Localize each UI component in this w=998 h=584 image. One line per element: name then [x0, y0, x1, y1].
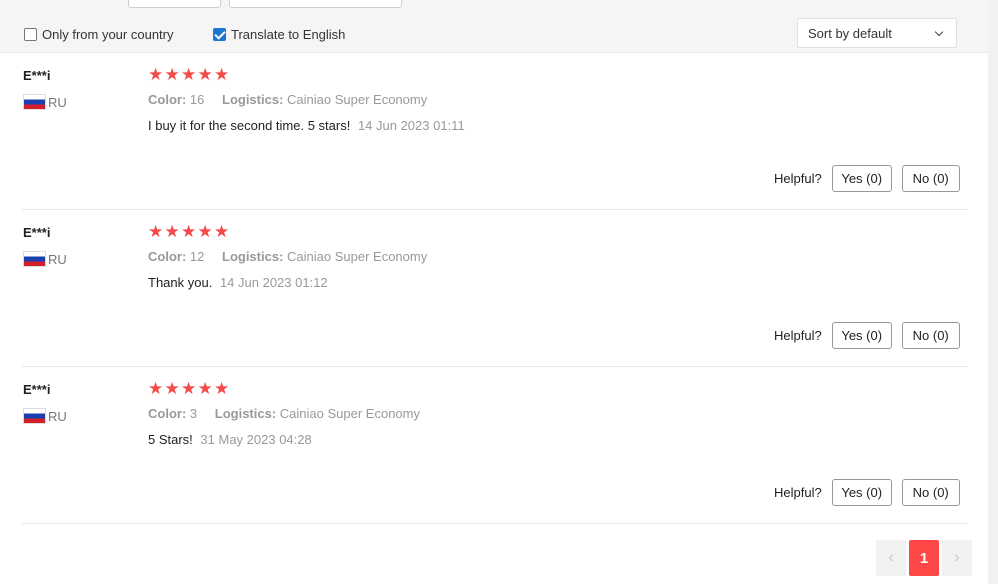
review-item: E***i RU ★ ★ ★ ★ ★ Color: 3 Logistics: C… — [22, 380, 967, 524]
russia-flag-icon — [23, 94, 46, 110]
helpful-label: Helpful? — [774, 328, 822, 343]
translate-label: Translate to English — [231, 26, 346, 42]
star-icon: ★ — [148, 222, 164, 241]
review-date: 14 Jun 2023 01:11 — [357, 118, 465, 133]
star-icon: ★ — [148, 65, 164, 84]
russia-flag-icon — [23, 251, 46, 267]
translate-checkbox[interactable]: Translate to English — [213, 26, 346, 42]
reviewer-country: RU — [23, 94, 67, 110]
scrollbar[interactable] — [988, 0, 998, 584]
star-icon: ★ — [181, 222, 197, 241]
star-rating: ★ ★ ★ ★ ★ — [148, 66, 230, 83]
truncated-filter-button[interactable] — [128, 0, 221, 8]
review-text: Thank you. — [148, 275, 213, 290]
star-icon: ★ — [197, 222, 213, 241]
star-icon: ★ — [214, 379, 230, 398]
filter-bar: Only from your country Translate to Engl… — [0, 12, 988, 53]
logistics-label: Logistics: — [222, 249, 284, 264]
truncated-filter-button[interactable] — [229, 0, 402, 8]
review-text: 5 Stars! — [148, 432, 193, 447]
reviewer-name: E***i — [23, 225, 51, 240]
star-icon: ★ — [214, 65, 230, 84]
review-date: 14 Jun 2023 01:12 — [219, 275, 328, 290]
helpful-section: Helpful? Yes (0) No (0) — [774, 165, 960, 192]
color-value: 3 — [189, 406, 198, 421]
color-value: 16 — [189, 92, 205, 107]
country-code: RU — [48, 94, 67, 110]
color-value: 12 — [189, 249, 205, 264]
star-icon: ★ — [181, 379, 197, 398]
star-icon: ★ — [181, 65, 197, 84]
review-item: E***i RU ★ ★ ★ ★ ★ Color: 16 Logistics: … — [22, 66, 967, 210]
helpful-section: Helpful? Yes (0) No (0) — [774, 479, 960, 506]
only-country-checkbox[interactable]: Only from your country — [24, 26, 174, 42]
review-date: 31 May 2023 04:28 — [200, 432, 312, 447]
review-text-line: 5 Stars! 31 May 2023 04:28 — [148, 432, 312, 447]
color-label: Color: — [148, 92, 187, 107]
star-icon: ★ — [214, 222, 230, 241]
star-icon: ★ — [164, 65, 180, 84]
helpful-label: Helpful? — [774, 171, 822, 186]
helpful-label: Helpful? — [774, 485, 822, 500]
logistics-label: Logistics: — [222, 92, 284, 107]
russia-flag-icon — [23, 408, 46, 424]
star-icon: ★ — [197, 379, 213, 398]
top-strip — [0, 0, 988, 12]
chevron-down-icon — [934, 27, 944, 36]
star-rating: ★ ★ ★ ★ ★ — [148, 380, 230, 397]
helpful-no-button[interactable]: No (0) — [901, 479, 960, 506]
reviewer-name: E***i — [23, 68, 51, 83]
country-code: RU — [48, 408, 67, 424]
logistics-label: Logistics: — [214, 406, 277, 421]
review-item: E***i RU ★ ★ ★ ★ ★ Color: 12 Logistics: … — [22, 223, 967, 367]
reviewer-country: RU — [23, 408, 67, 424]
review-meta: Color: 16 Logistics: Cainiao Super Econo… — [148, 92, 441, 107]
helpful-section: Helpful? Yes (0) No (0) — [774, 322, 960, 349]
checkbox-checked-icon[interactable] — [213, 27, 226, 41]
sort-select[interactable]: Sort by default — [797, 18, 957, 48]
reviewer-country: RU — [23, 251, 67, 267]
logistics-value: Cainiao Super Economy — [287, 92, 428, 107]
star-icon: ★ — [164, 222, 180, 241]
logistics-value: Cainiao Super Economy — [279, 406, 420, 421]
review-text-line: Thank you. 14 Jun 2023 01:12 — [148, 275, 328, 290]
next-page-button[interactable]: › — [942, 540, 972, 576]
color-label: Color: — [148, 249, 187, 264]
reviewer-name: E***i — [23, 382, 51, 397]
review-meta: Color: 12 Logistics: Cainiao Super Econo… — [148, 249, 441, 264]
pagination: ‹ 1 › — [876, 540, 972, 576]
only-country-label: Only from your country — [42, 26, 174, 42]
star-icon: ★ — [148, 379, 164, 398]
star-icon: ★ — [164, 379, 180, 398]
country-code: RU — [48, 251, 67, 267]
review-text: I buy it for the second time. 5 stars! — [148, 118, 351, 133]
checkbox-unchecked-icon[interactable] — [24, 27, 37, 41]
review-text-line: I buy it for the second time. 5 stars! 1… — [148, 118, 465, 133]
logistics-value: Cainiao Super Economy — [287, 249, 428, 264]
helpful-no-button[interactable]: No (0) — [901, 165, 960, 192]
page-1-button[interactable]: 1 — [909, 540, 939, 576]
prev-page-button[interactable]: ‹ — [876, 540, 906, 576]
helpful-yes-button[interactable]: Yes (0) — [831, 322, 892, 349]
helpful-no-button[interactable]: No (0) — [901, 322, 960, 349]
star-rating: ★ ★ ★ ★ ★ — [148, 223, 230, 240]
review-meta: Color: 3 Logistics: Cainiao Super Econom… — [148, 406, 434, 421]
color-label: Color: — [148, 406, 187, 421]
sort-select-value: Sort by default — [808, 25, 892, 41]
helpful-yes-button[interactable]: Yes (0) — [831, 165, 892, 192]
helpful-yes-button[interactable]: Yes (0) — [831, 479, 892, 506]
star-icon: ★ — [197, 65, 213, 84]
